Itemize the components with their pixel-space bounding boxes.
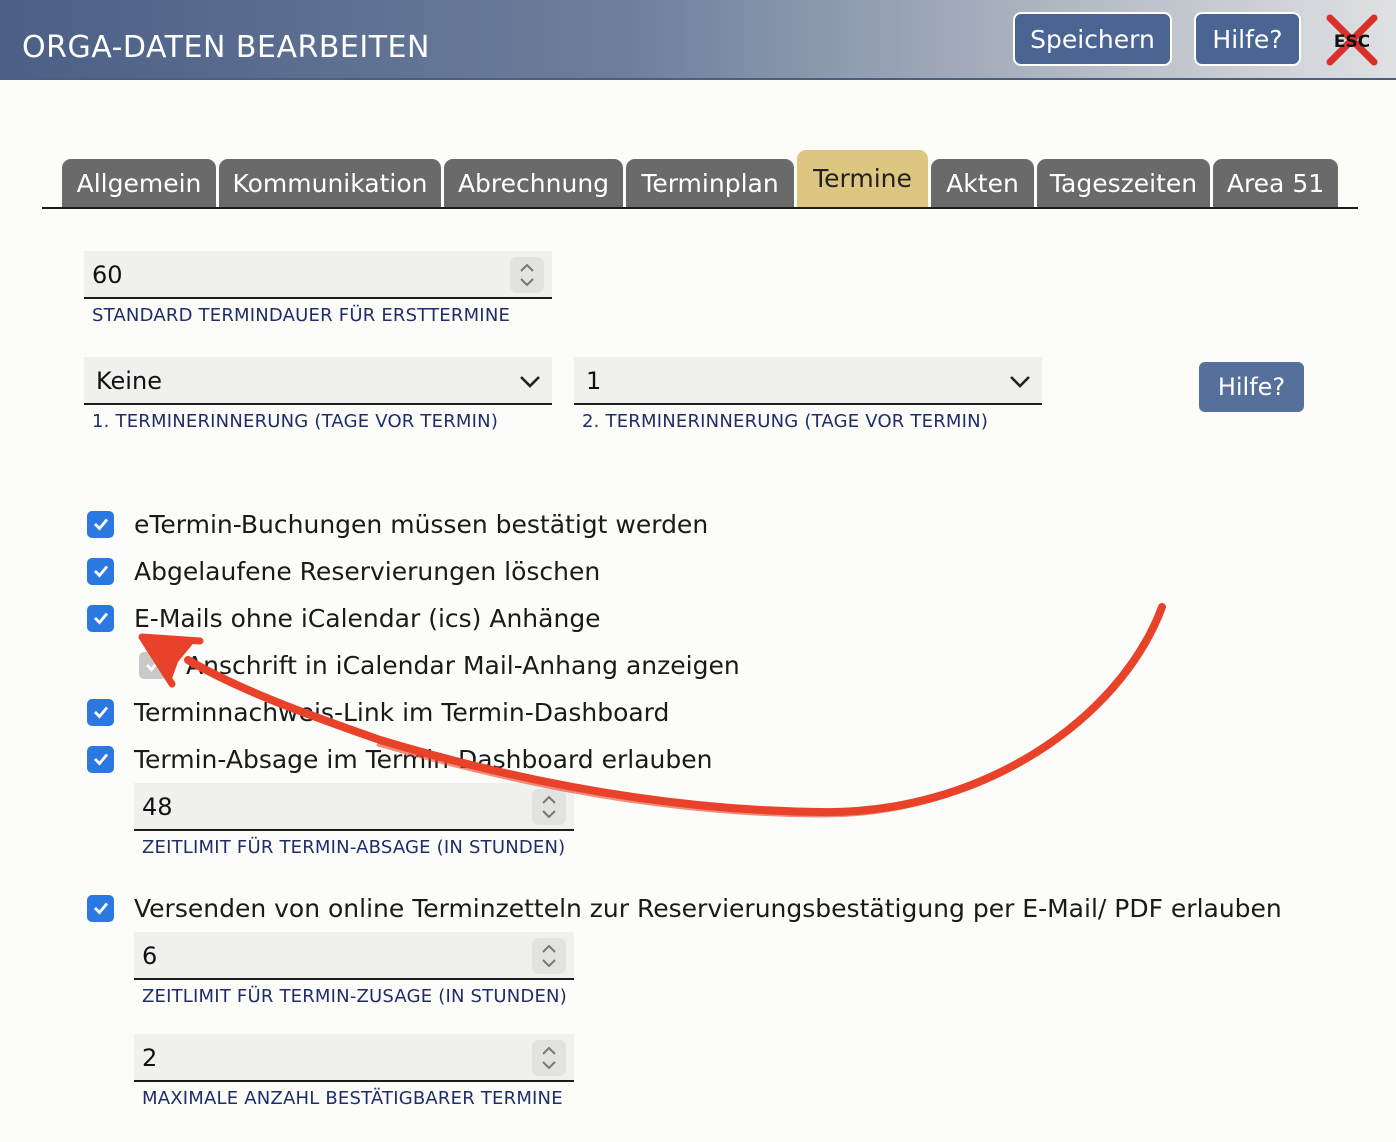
reminder1-label: 1. TERMINERINNERUNG (TAGE VOR TERMIN) (92, 411, 499, 432)
checkbox[interactable] (87, 745, 114, 773)
checkmark-icon (145, 659, 160, 672)
tab-area-51[interactable]: Area 51 (1213, 159, 1338, 207)
up-down-chevron-icon (520, 263, 534, 287)
esc-label: ESC (1334, 32, 1370, 52)
checkbox-row-proof-link[interactable]: Terminnachweis-Link im Termin-Dashboard (87, 695, 669, 729)
cancel-limit-stepper[interactable] (532, 789, 566, 825)
up-down-chevron-icon (542, 1046, 556, 1070)
confirm-limit-stepper[interactable] (532, 938, 566, 974)
checkbox-label: E-Mails ohne iCalendar (ics) Anhänge (134, 603, 601, 633)
checkmark-icon (93, 518, 108, 531)
checkbox-label: eTermin-Buchungen müssen bestätigt werde… (134, 509, 709, 539)
dialog-header: ORGA-DATEN BEARBEITEN Speichern Hilfe? E… (0, 0, 1396, 80)
standard-duration-stepper[interactable] (510, 257, 544, 293)
checkbox[interactable] (87, 604, 114, 632)
checkmark-icon (93, 706, 108, 719)
tabs-underline (42, 207, 1358, 209)
tab-terminplan[interactable]: Terminplan (626, 159, 794, 207)
max-confirmable-label: MAXIMALE ANZAHL BESTÄTIGBARER TERMINE (142, 1088, 563, 1109)
tab-tageszeiten[interactable]: Tageszeiten (1037, 159, 1210, 207)
tab-abrechnung[interactable]: Abrechnung (444, 159, 623, 207)
checkbox-label: Termin-Absage im Termin-Dashboard erlaub… (134, 744, 713, 774)
reminder1-value: Keine (96, 367, 162, 395)
reminder2-value: 1 (586, 367, 602, 395)
confirm-limit-label: ZEITLIMIT FÜR TERMIN-ZUSAGE (IN STUNDEN) (142, 986, 567, 1007)
dialog-title: ORGA-DATEN BEARBEITEN (22, 30, 430, 65)
checkbox[interactable] (87, 698, 114, 726)
checkbox-disabled (139, 651, 166, 679)
checkbox-row-address-in-ics: Anschrift in iCalendar Mail-Anhang anzei… (139, 648, 740, 682)
chevron-down-icon (520, 376, 540, 388)
reminder1-select[interactable]: Keine (84, 357, 552, 405)
standard-duration-value: 60 (92, 261, 123, 289)
checkbox-row-etermin-confirm[interactable]: eTermin-Buchungen müssen bestätigt werde… (87, 507, 708, 541)
help-button-reminders[interactable]: Hilfe? (1199, 362, 1304, 412)
up-down-chevron-icon (542, 795, 556, 819)
up-down-chevron-icon (542, 944, 556, 968)
reminder2-label: 2. TERMINERINNERUNG (TAGE VOR TERMIN) (582, 411, 989, 432)
confirm-limit-value: 6 (142, 942, 158, 970)
checkmark-icon (93, 612, 108, 625)
standard-duration-label: STANDARD TERMINDAUER FÜR ERSTTERMINE (92, 305, 511, 326)
confirm-limit-input[interactable]: 6 (134, 932, 574, 980)
checkbox-label: Versenden von online Terminzetteln zur R… (134, 893, 1282, 923)
tab-allgemein[interactable]: Allgemein (62, 159, 216, 207)
max-confirmable-stepper[interactable] (532, 1040, 566, 1076)
close-x-icon: ESC (1326, 14, 1378, 66)
reminder2-select[interactable]: 1 (574, 357, 1042, 405)
save-button[interactable]: Speichern (1013, 12, 1172, 66)
checkbox-row-no-ics[interactable]: E-Mails ohne iCalendar (ics) Anhänge (87, 601, 601, 635)
checkbox-row-send-slips[interactable]: Versenden von online Terminzetteln zur R… (87, 891, 1282, 925)
checkbox-label: Anschrift in iCalendar Mail-Anhang anzei… (186, 650, 740, 680)
cancel-limit-input[interactable]: 48 (134, 783, 574, 831)
help-button-header[interactable]: Hilfe? (1194, 12, 1301, 66)
orga-daten-dialog: ORGA-DATEN BEARBEITEN Speichern Hilfe? E… (0, 0, 1396, 1142)
checkbox[interactable] (87, 894, 114, 922)
esc-close-button[interactable]: ESC (1322, 14, 1382, 66)
checkbox-label: Abgelaufene Reservierungen löschen (134, 556, 601, 586)
tab-termine[interactable]: Termine (797, 150, 928, 207)
tab-kommunikation[interactable]: Kommunikation (219, 159, 441, 207)
cancel-limit-label: ZEITLIMIT FÜR TERMIN-ABSAGE (IN STUNDEN) (142, 837, 566, 858)
checkbox[interactable] (87, 557, 114, 585)
standard-duration-input[interactable]: 60 (84, 251, 552, 299)
cancel-limit-value: 48 (142, 793, 173, 821)
chevron-down-icon (1010, 376, 1030, 388)
checkbox-row-delete-expired[interactable]: Abgelaufene Reservierungen löschen (87, 554, 600, 588)
checkmark-icon (93, 902, 108, 915)
max-confirmable-value: 2 (142, 1044, 158, 1072)
checkbox-row-allow-cancel[interactable]: Termin-Absage im Termin-Dashboard erlaub… (87, 742, 712, 776)
checkmark-icon (93, 565, 108, 578)
checkbox[interactable] (87, 510, 114, 538)
checkmark-icon (93, 753, 108, 766)
tab-akten[interactable]: Akten (931, 159, 1034, 207)
max-confirmable-input[interactable]: 2 (134, 1034, 574, 1082)
checkbox-label: Terminnachweis-Link im Termin-Dashboard (134, 697, 670, 727)
